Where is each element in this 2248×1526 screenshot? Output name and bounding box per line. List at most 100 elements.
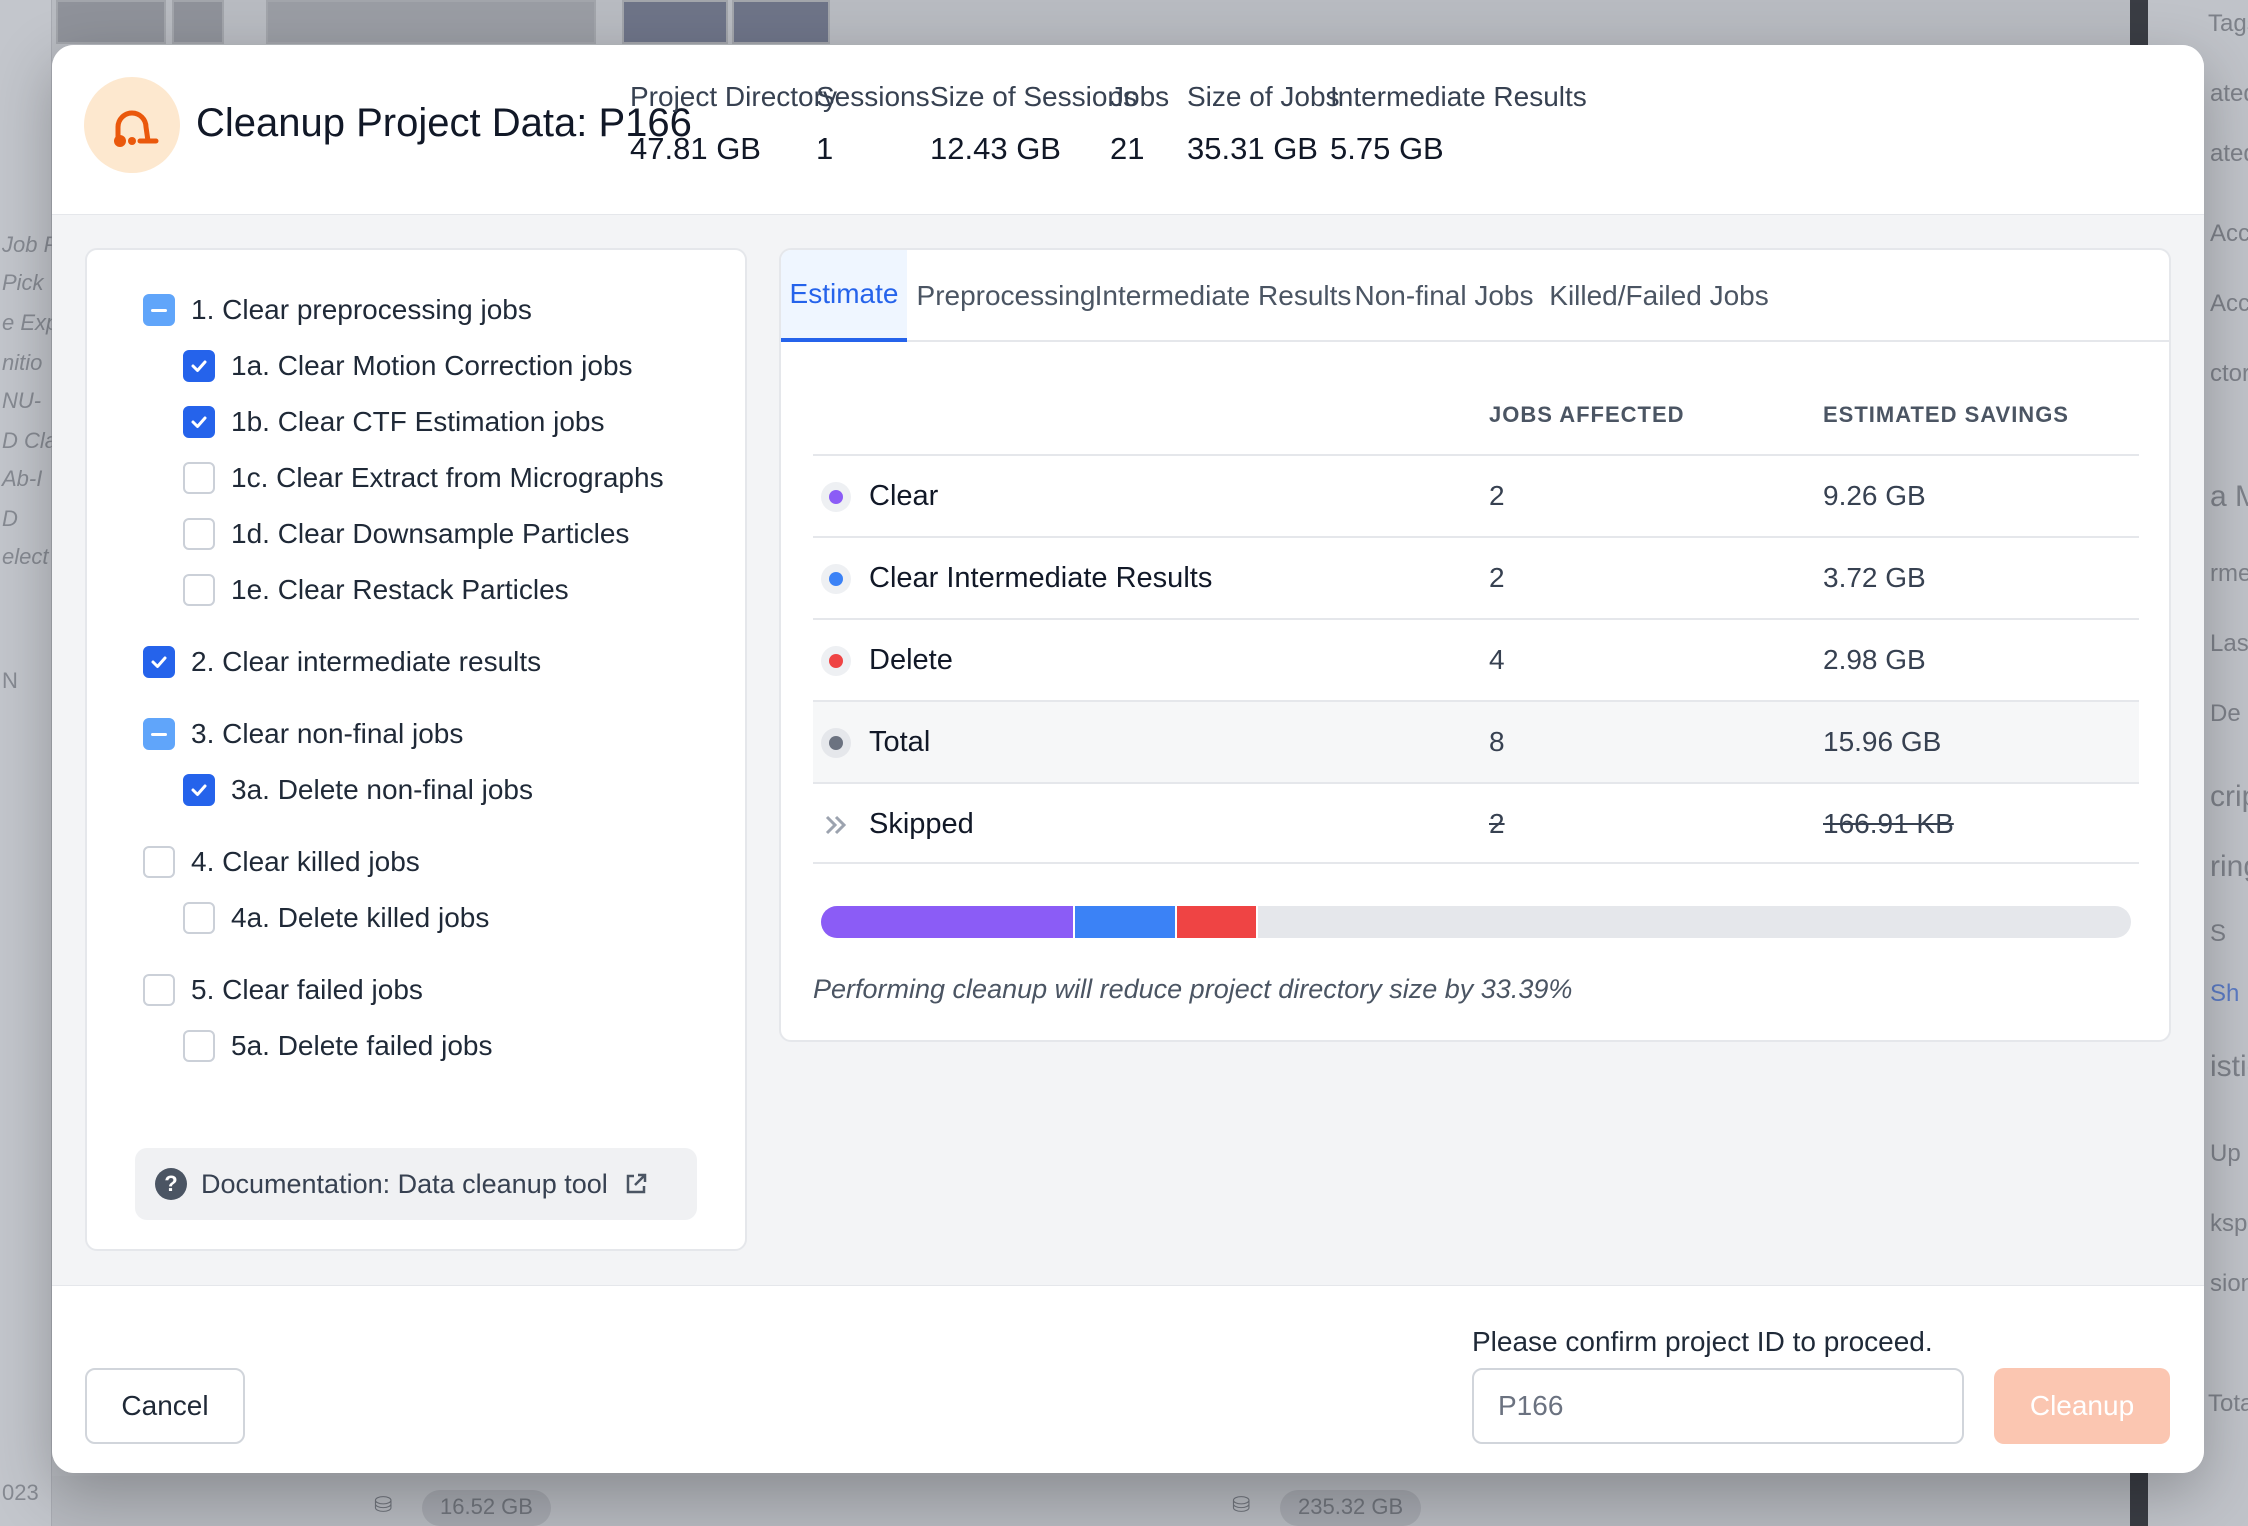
purple-dot-icon: [821, 482, 851, 512]
option-clear-restack-particles[interactable]: 1e. Clear Restack Particles: [183, 574, 569, 606]
blue-dot-icon: [821, 564, 851, 594]
row-jobs-affected: 2: [1489, 562, 1505, 593]
row-jobs-affected: 8: [1489, 726, 1505, 757]
checkbox-unchecked[interactable]: [183, 1030, 215, 1062]
option-delete-failed-jobs[interactable]: 5a. Delete failed jobs: [183, 1030, 493, 1062]
stat-project-directory: Project Directory 47.81 GB: [630, 81, 837, 167]
cleanup-modal: Cleanup Project Data: P166 Project Direc…: [52, 45, 2204, 1473]
background-label: ated: [2210, 80, 2248, 107]
modal-body: 1. Clear preprocessing jobs 1a. Clear Mo…: [52, 215, 2204, 1285]
modal-header: Cleanup Project Data: P166 Project Direc…: [52, 45, 2204, 215]
question-circle-icon: ?: [155, 1168, 187, 1200]
row-label: Total: [869, 726, 931, 758]
background-label: Las: [2210, 630, 2248, 657]
option-label: 5. Clear failed jobs: [191, 974, 423, 1005]
table-row: Clear Intermediate Results 2 3.72 GB: [813, 536, 2139, 618]
cancel-button[interactable]: Cancel: [85, 1368, 245, 1444]
tab-killed-failed-jobs[interactable]: Killed/Failed Jobs: [1547, 250, 1771, 342]
tab-intermediate-results[interactable]: Intermediate Results: [1095, 250, 1352, 342]
row-jobs-affected: 4: [1489, 644, 1505, 675]
option-label: 1c. Clear Extract from Micrographs: [231, 462, 664, 493]
checkbox-indeterminate[interactable]: [143, 718, 175, 750]
table-row: Delete 4 2.98 GB: [813, 618, 2139, 700]
checkbox-unchecked[interactable]: [143, 974, 175, 1006]
savings-segment-clear-intermediate: [1074, 906, 1177, 938]
reduction-note: Performing cleanup will reduce project d…: [813, 974, 1573, 1004]
stat-value: 35.31 GB: [1187, 131, 1318, 166]
checkbox-indeterminate[interactable]: [143, 294, 175, 326]
tab-preprocessing[interactable]: Preprocessing: [917, 250, 1096, 342]
option-label: 3a. Delete non-final jobs: [231, 774, 533, 805]
background-label: e Exp: [2, 310, 59, 335]
stat-label: Size of Sessions: [930, 81, 1137, 112]
background-label: ctor: [2210, 360, 2248, 387]
option-clear-downsample-particles[interactable]: 1d. Clear Downsample Particles: [183, 518, 629, 550]
background-label: S: [2210, 920, 2227, 947]
confirm-project-input[interactable]: [1472, 1368, 1964, 1444]
background-label: De: [2210, 700, 2241, 727]
row-estimated-savings: 9.26 GB: [1823, 480, 1926, 511]
tab-estimate[interactable]: Estimate: [781, 250, 907, 342]
checkbox-checked[interactable]: [183, 774, 215, 806]
option-clear-killed-jobs[interactable]: 4. Clear killed jobs: [143, 846, 420, 878]
background-bottom-strip: ⛁ 16.52 GB ⛁ 235.32 GB: [52, 1476, 2130, 1526]
row-estimated-savings: 2.98 GB: [1823, 644, 1926, 675]
row-label: Clear: [869, 480, 939, 512]
option-delete-non-final-jobs[interactable]: 3a. Delete non-final jobs: [183, 774, 533, 806]
stat-label: Intermediate Results: [1330, 81, 1587, 112]
checkbox-unchecked[interactable]: [183, 518, 215, 550]
option-label: 1d. Clear Downsample Particles: [231, 518, 630, 549]
option-clear-failed-jobs[interactable]: 5. Clear failed jobs: [143, 974, 423, 1006]
checkbox-unchecked[interactable]: [143, 846, 175, 878]
stat-value: 47.81 GB: [630, 131, 761, 166]
row-estimated-savings: 15.96 GB: [1823, 726, 1942, 757]
background-label: rme: [2210, 560, 2248, 587]
cleanup-button[interactable]: Cleanup: [1994, 1368, 2170, 1444]
modal-title: Cleanup Project Data: P166: [196, 101, 692, 145]
option-clear-non-final-jobs[interactable]: 3. Clear non-final jobs: [143, 718, 463, 750]
row-estimated-savings: 166.91 KB: [1823, 808, 1954, 839]
background-label: nitio: [2, 350, 43, 375]
checkbox-checked[interactable]: [183, 406, 215, 438]
stat-sessions: Sessions 1: [816, 81, 930, 167]
option-delete-killed-jobs[interactable]: 4a. Delete killed jobs: [183, 902, 489, 934]
checkbox-checked[interactable]: [183, 350, 215, 382]
option-label: 2. Clear intermediate results: [191, 646, 542, 677]
background-size-pill: 16.52 GB: [422, 1490, 551, 1526]
table-row-skipped: Skipped 2 166.91 KB: [813, 782, 2139, 864]
checkbox-unchecked[interactable]: [183, 574, 215, 606]
checkbox-unchecked[interactable]: [183, 462, 215, 494]
background-label: Job P: [2, 232, 59, 257]
row-jobs-affected: 2: [1489, 480, 1505, 511]
table-row-total: Total 8 15.96 GB: [813, 700, 2139, 782]
tab-non-final-jobs[interactable]: Non-final Jobs: [1351, 250, 1537, 342]
documentation-link[interactable]: ? Documentation: Data cleanup tool: [135, 1148, 697, 1220]
option-clear-extract-micrographs[interactable]: 1c. Clear Extract from Micrographs: [183, 462, 664, 494]
header-jobs-affected: JOBS AFFECTED: [1489, 402, 1685, 427]
background-label: ated: [2210, 140, 2248, 167]
double-chevron-right-icon: [821, 810, 851, 840]
table-row: Clear 2 9.26 GB: [813, 454, 2139, 536]
option-label: 5a. Delete failed jobs: [231, 1030, 493, 1061]
option-label: 1. Clear preprocessing jobs: [191, 294, 532, 325]
background-label: sion: [2210, 1270, 2248, 1297]
stat-label: Jobs: [1110, 81, 1170, 112]
background-label: istic: [2210, 1050, 2248, 1083]
option-clear-ctf-estimation[interactable]: 1b. Clear CTF Estimation jobs: [183, 406, 604, 438]
stat-value: 12.43 GB: [930, 131, 1061, 166]
option-clear-intermediate-results[interactable]: 2. Clear intermediate results: [143, 646, 541, 678]
stat-intermediate-results: Intermediate Results 5.75 GB: [1330, 81, 1587, 167]
option-label: 3. Clear non-final jobs: [191, 718, 464, 749]
option-clear-motion-correction[interactable]: 1a. Clear Motion Correction jobs: [183, 350, 633, 382]
option-label: 4. Clear killed jobs: [191, 846, 420, 877]
checkbox-unchecked[interactable]: [183, 902, 215, 934]
tab-bar: Estimate Preprocessing Intermediate Resu…: [781, 250, 2169, 342]
vacuum-icon: [84, 77, 180, 173]
checkbox-checked[interactable]: [143, 646, 175, 678]
background-thumbnail: [172, 0, 224, 44]
stat-value: 1: [816, 131, 834, 166]
background-label: a Ma: [2210, 480, 2248, 513]
database-icon: ⛁: [1232, 1492, 1251, 1517]
background-label: Sh: [2210, 980, 2240, 1007]
option-clear-preprocessing[interactable]: 1. Clear preprocessing jobs: [143, 294, 532, 326]
